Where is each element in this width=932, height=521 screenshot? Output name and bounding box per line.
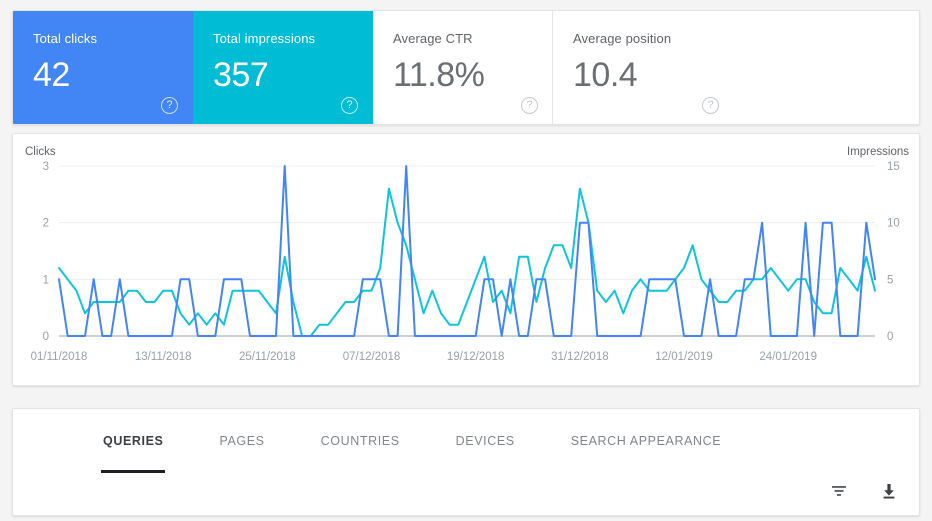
performance-chart-card: Clicks Impressions 0 1 2 3 0 5 10 15 01/11/2018 1… <box>12 133 920 386</box>
x-axis-tick: 31/12/2018 <box>551 351 609 363</box>
metric-value: 357 <box>213 56 269 94</box>
help-icon[interactable]: ? <box>702 97 719 114</box>
series-line-impressions <box>58 187 876 337</box>
right-axis-tick: 15 <box>887 161 900 173</box>
table-toolbar <box>827 479 901 503</box>
tab-label: QUERIES <box>103 434 164 448</box>
metric-card-total-clicks[interactable]: Total clicks 42 ? <box>13 11 193 124</box>
help-icon[interactable]: ? <box>341 97 358 114</box>
metric-label: Average CTR <box>393 31 473 46</box>
performance-chart[interactable]: 0 1 2 3 0 5 10 15 01/11/2018 13/11/2018 25/11/2018… <box>13 134 921 387</box>
download-icon[interactable] <box>877 479 901 503</box>
left-axis-tick: 1 <box>43 274 49 286</box>
tab-label: SEARCH APPEARANCE <box>570 434 722 448</box>
dimension-tabs: QUERIES PAGES COUNTRIES DEVICES SEARCH APPEA… <box>13 409 919 473</box>
x-axis-tick: 13/11/2018 <box>135 351 192 363</box>
left-axis-tick: 3 <box>43 161 49 173</box>
tab-label: DEVICES <box>455 434 515 448</box>
x-axis-tick: 19/12/2018 <box>447 351 505 363</box>
metric-label: Total impressions <box>213 31 316 46</box>
left-axis-tick: 0 <box>43 331 49 343</box>
series-line-clicks <box>58 165 876 337</box>
metric-card-average-position[interactable]: Average position 10.4 ? <box>553 11 733 124</box>
metric-card-average-ctr[interactable]: Average CTR 11.8% ? <box>373 11 553 124</box>
metric-value: 10.4 <box>573 56 638 94</box>
search-console-performance-page: Total clicks 42 ? Total impressions 357 … <box>0 0 932 521</box>
tab-divider <box>13 473 919 474</box>
metric-label: Total clicks <box>33 31 98 46</box>
right-axis-tick: 5 <box>887 274 893 286</box>
tab-search-appearance[interactable]: SEARCH APPEARANCE <box>543 409 750 473</box>
filter-icon[interactable] <box>827 479 851 503</box>
right-axis-tick: 0 <box>887 331 893 343</box>
tab-countries[interactable]: COUNTRIES <box>293 409 428 473</box>
metric-label: Average position <box>573 31 672 46</box>
tab-queries[interactable]: QUERIES <box>75 409 191 473</box>
metric-card-total-impressions[interactable]: Total impressions 357 ? <box>193 11 373 124</box>
tab-label: PAGES <box>219 434 265 448</box>
metrics-card-row: Total clicks 42 ? Total impressions 357 … <box>12 10 920 125</box>
x-axis-tick: 01/11/2018 <box>31 351 88 363</box>
dimension-table-card: QUERIES PAGES COUNTRIES DEVICES SEARCH APPEA… <box>12 408 920 516</box>
x-axis-tick: 24/01/2019 <box>759 351 817 363</box>
x-axis-tick: 12/01/2019 <box>655 351 713 363</box>
help-icon[interactable]: ? <box>521 97 538 114</box>
right-axis-tick: 10 <box>887 218 900 230</box>
left-axis-tick: 2 <box>43 218 49 230</box>
x-axis-tick: 07/12/2018 <box>343 351 401 363</box>
help-icon[interactable]: ? <box>161 97 178 114</box>
metric-value: 11.8% <box>393 56 485 94</box>
tab-label: COUNTRIES <box>320 434 400 448</box>
tab-pages[interactable]: PAGES <box>191 409 292 473</box>
metric-value: 42 <box>33 56 70 94</box>
tab-devices[interactable]: DEVICES <box>428 409 543 473</box>
x-axis-tick: 25/11/2018 <box>239 351 296 363</box>
